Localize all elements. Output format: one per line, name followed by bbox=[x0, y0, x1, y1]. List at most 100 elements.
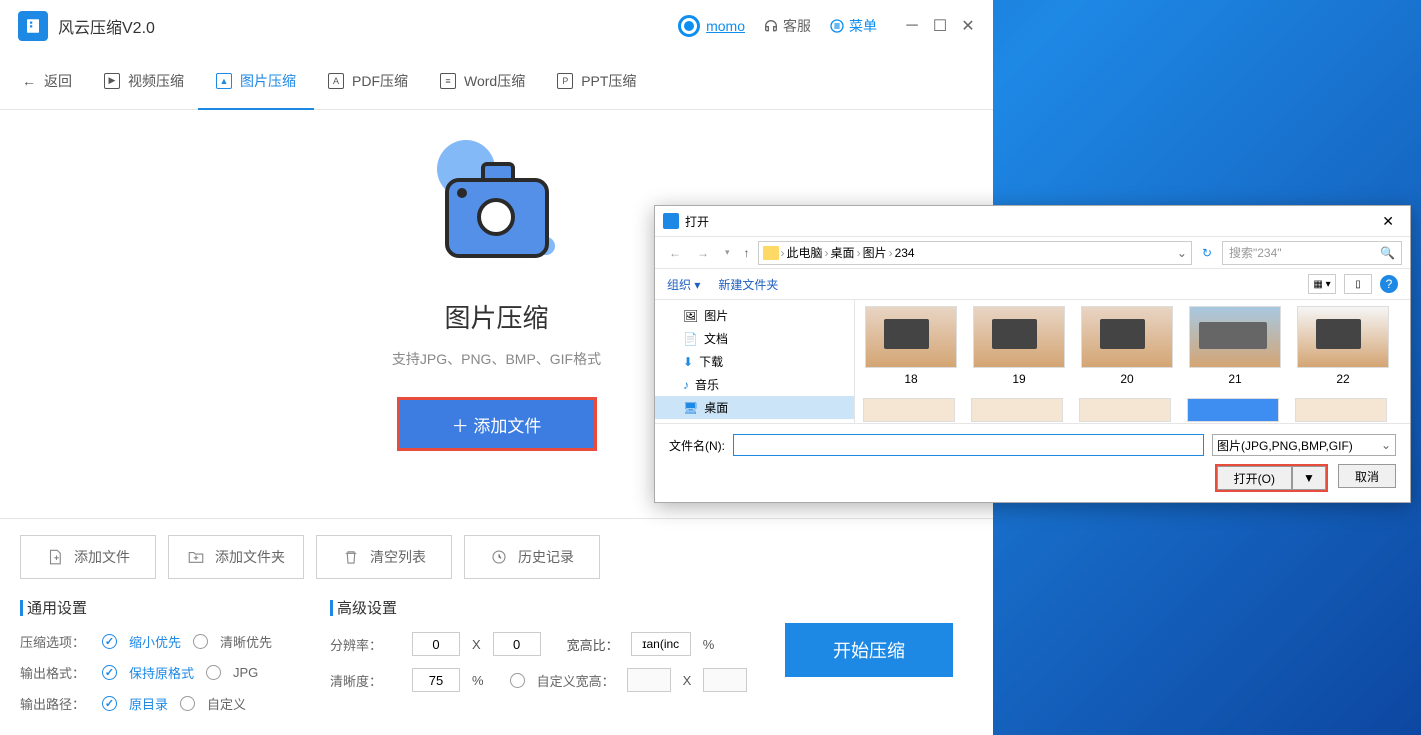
dialog-titlebar: 打开 ✕ bbox=[655, 206, 1410, 236]
menu-link[interactable]: 菜单 bbox=[829, 16, 877, 36]
music-icon: ♪ bbox=[683, 378, 689, 392]
folder-icon bbox=[763, 246, 779, 260]
ratio-input[interactable] bbox=[631, 632, 691, 656]
thumbnail-icon bbox=[1297, 306, 1389, 368]
organize-menu[interactable]: 组织 ▾ bbox=[667, 276, 700, 293]
radio-size-priority[interactable] bbox=[102, 634, 117, 649]
customer-service-link[interactable]: 客服 bbox=[763, 16, 811, 36]
resolution-width-input[interactable] bbox=[412, 632, 460, 656]
file-item[interactable]: 19 bbox=[971, 306, 1067, 386]
clarity-label: 清晰度： bbox=[330, 671, 400, 690]
file-item[interactable] bbox=[1187, 398, 1283, 423]
image-icon: ▲ bbox=[216, 73, 232, 89]
nav-history-dropdown[interactable]: ▾ bbox=[719, 245, 736, 260]
file-item[interactable]: 21 bbox=[1187, 306, 1283, 386]
radio-jpg[interactable] bbox=[206, 665, 221, 680]
open-button-dropdown[interactable]: ▼ bbox=[1292, 466, 1326, 490]
sidebar-music[interactable]: ♪音乐 bbox=[655, 373, 854, 396]
action-add-folder[interactable]: 添加文件夹 bbox=[168, 535, 304, 579]
app-logo-icon bbox=[18, 11, 48, 41]
ratio-label: 宽高比： bbox=[567, 635, 619, 654]
clarity-input[interactable] bbox=[412, 668, 460, 692]
radio-clarity-priority[interactable] bbox=[193, 634, 208, 649]
user-section[interactable]: momo bbox=[678, 15, 745, 37]
ppt-icon: P bbox=[557, 73, 573, 89]
add-file-button[interactable]: ＋ 添加文件 bbox=[397, 397, 597, 451]
dialog-title: 打开 bbox=[685, 213, 709, 230]
cancel-button[interactable]: 取消 bbox=[1338, 464, 1396, 488]
file-item[interactable] bbox=[1295, 398, 1391, 423]
tab-image[interactable]: ▲ 图片压缩 bbox=[216, 53, 296, 109]
dialog-close-button[interactable]: ✕ bbox=[1374, 211, 1402, 232]
action-history[interactable]: 历史记录 bbox=[464, 535, 600, 579]
folder-plus-icon bbox=[187, 548, 205, 566]
thumbnail-icon bbox=[863, 398, 955, 422]
thumbnail-icon bbox=[1295, 398, 1387, 422]
file-filter-dropdown[interactable]: 图片(JPG,PNG,BMP,GIF) ⌄ bbox=[1212, 434, 1396, 456]
file-item[interactable]: 20 bbox=[1079, 306, 1175, 386]
nav-forward-button[interactable]: → bbox=[691, 244, 715, 262]
close-button[interactable]: ✕ bbox=[961, 19, 975, 33]
sidebar-downloads[interactable]: ⬇下载 bbox=[655, 350, 854, 373]
file-item[interactable] bbox=[1079, 398, 1175, 423]
radio-custom-wh[interactable] bbox=[510, 673, 525, 688]
thumbnail-icon bbox=[1079, 398, 1171, 422]
action-clear-list[interactable]: 清空列表 bbox=[316, 535, 452, 579]
tab-word[interactable]: ≡ Word压缩 bbox=[440, 53, 525, 109]
custom-height-input[interactable] bbox=[703, 668, 747, 692]
thumbnail-icon bbox=[1189, 306, 1281, 368]
file-item[interactable]: 22 bbox=[1295, 306, 1391, 386]
menu-icon bbox=[829, 18, 845, 34]
search-input[interactable]: 搜索"234" 🔍 bbox=[1222, 241, 1402, 265]
new-folder-button[interactable]: 新建文件夹 bbox=[718, 276, 778, 293]
help-button[interactable]: ? bbox=[1380, 275, 1398, 293]
view-mode-button[interactable]: ▦ ▾ bbox=[1308, 274, 1336, 294]
section-title: 图片压缩 bbox=[444, 298, 548, 335]
user-avatar-icon bbox=[678, 15, 700, 37]
username: momo bbox=[706, 18, 745, 34]
start-compress-button[interactable]: 开始压缩 bbox=[785, 623, 953, 677]
resolution-label: 分辨率： bbox=[330, 635, 400, 654]
radio-original-dir[interactable] bbox=[102, 696, 117, 711]
breadcrumb[interactable]: › 此电脑 › 桌面 › 图片 › 234 ⌄ bbox=[758, 241, 1192, 265]
open-button[interactable]: 打开(O) bbox=[1217, 466, 1292, 490]
filename-input[interactable] bbox=[733, 434, 1204, 456]
minimize-button[interactable]: ─ bbox=[905, 19, 919, 33]
chevron-down-icon[interactable]: ⌄ bbox=[1177, 246, 1187, 260]
output-format-label: 输出格式： bbox=[20, 663, 90, 682]
nav-back-button[interactable]: ← bbox=[663, 244, 687, 262]
file-item[interactable] bbox=[863, 398, 959, 423]
pdf-icon: A bbox=[328, 73, 344, 89]
bottom-panel: 添加文件 添加文件夹 清空列表 历史记录 通用设置 压缩选项： 缩小 bbox=[0, 518, 993, 735]
sidebar-pictures[interactable]: 🖼图片 bbox=[655, 304, 854, 327]
desktop-icon: 🖥 bbox=[683, 401, 698, 415]
documents-icon: 📄 bbox=[683, 332, 698, 346]
file-item[interactable]: 18 bbox=[863, 306, 959, 386]
resolution-height-input[interactable] bbox=[493, 632, 541, 656]
trash-icon bbox=[342, 548, 360, 566]
headset-icon bbox=[763, 18, 779, 34]
refresh-button[interactable]: ↻ bbox=[1196, 244, 1218, 262]
back-button[interactable]: ← 返回 bbox=[22, 71, 72, 91]
maximize-button[interactable]: ☐ bbox=[933, 19, 947, 33]
radio-keep-format[interactable] bbox=[102, 665, 117, 680]
preview-pane-button[interactable]: ▯ bbox=[1344, 274, 1372, 294]
tab-video[interactable]: ▶ 视频压缩 bbox=[104, 53, 184, 109]
arrow-left-icon: ← bbox=[22, 73, 36, 89]
file-item[interactable] bbox=[971, 398, 1067, 423]
app-title: 风云压缩V2.0 bbox=[58, 14, 155, 38]
thumbnail-icon bbox=[1187, 398, 1279, 422]
general-settings-header: 通用设置 bbox=[20, 597, 330, 618]
sidebar-desktop[interactable]: 🖥桌面 bbox=[655, 396, 854, 419]
downloads-icon: ⬇ bbox=[683, 355, 693, 369]
radio-custom-dir[interactable] bbox=[180, 696, 195, 711]
tab-ppt[interactable]: P PPT压缩 bbox=[557, 53, 636, 109]
custom-width-input[interactable] bbox=[627, 668, 671, 692]
chevron-down-icon: ⌄ bbox=[1381, 438, 1391, 452]
sidebar-documents[interactable]: 📄文档 bbox=[655, 327, 854, 350]
tab-pdf[interactable]: A PDF压缩 bbox=[328, 53, 408, 109]
thumbnail-icon bbox=[865, 306, 957, 368]
action-add-file[interactable]: 添加文件 bbox=[20, 535, 156, 579]
nav-up-button[interactable]: ↑ bbox=[740, 244, 754, 262]
file-list: 18 19 20 21 22 bbox=[855, 300, 1410, 423]
